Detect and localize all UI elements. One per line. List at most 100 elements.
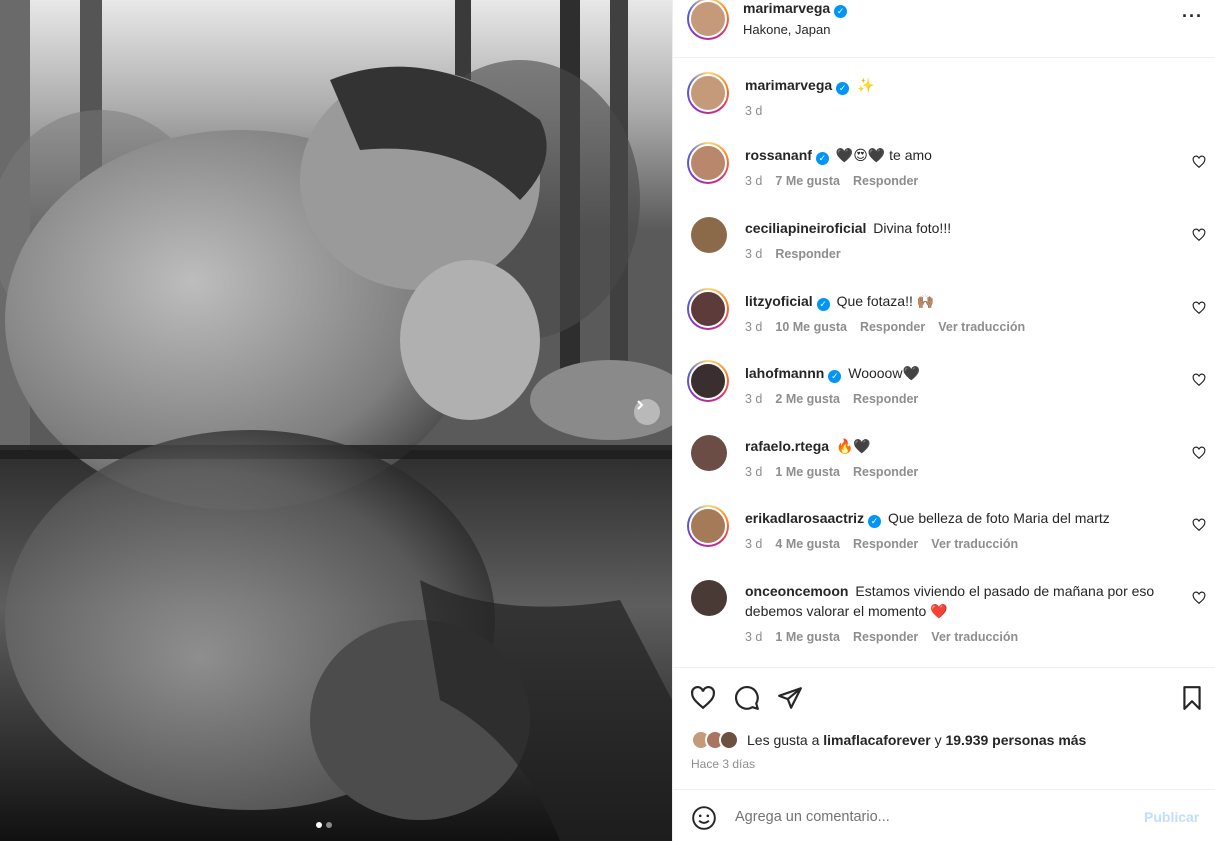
comment-time[interactable]: 3 d (745, 630, 762, 644)
comment-text-row: erikadlarosaactriz ✓ Que belleza de foto … (745, 508, 1185, 528)
caption-time[interactable]: 3 d (745, 104, 762, 118)
author-name-row: marimarvega ✓ (743, 0, 848, 18)
verified-badge-icon: ✓ (868, 515, 882, 528)
like-comment-heart-icon[interactable] (1192, 446, 1206, 460)
verified-badge-icon: ✓ (815, 152, 829, 165)
like-comment-heart-icon[interactable] (1192, 518, 1206, 532)
comment-bubble-icon[interactable] (734, 685, 760, 711)
comment-likes[interactable]: 1 Me gusta (775, 630, 840, 644)
commenter-avatar[interactable] (687, 142, 729, 184)
likes-text: Les gusta a limaflacaforever y 19.939 pe… (747, 732, 1086, 748)
comment-username[interactable]: rossananf (745, 147, 812, 163)
comment-text-row: lahofmannn ✓ Woooow🖤 (745, 363, 1185, 383)
reply-button[interactable]: Responder (853, 465, 918, 479)
author-avatar[interactable] (687, 0, 729, 40)
like-heart-icon[interactable] (690, 685, 716, 711)
see-translation-button[interactable]: Ver traducción (938, 320, 1025, 334)
author-username[interactable]: marimarvega (743, 0, 830, 16)
comment-likes[interactable]: 4 Me gusta (775, 537, 840, 551)
commenter-avatar[interactable] (687, 288, 729, 330)
comment-input[interactable] (735, 804, 1125, 830)
publish-button[interactable]: Publicar (1144, 809, 1199, 825)
comment-time[interactable]: 3 d (745, 247, 762, 261)
comment-item: ceciliapineiroficial Divina foto!!! 3 d … (673, 215, 1215, 277)
comment-username[interactable]: lahofmannn (745, 365, 824, 381)
verified-badge-icon: ✓ (834, 5, 848, 18)
comment-likes[interactable]: 10 Me gusta (775, 320, 847, 334)
commenter-avatar[interactable] (687, 360, 729, 402)
comment-text-row: rafaelo.rtega 🔥🖤 (745, 436, 1185, 456)
post-actions: Les gusta a limaflacaforever y 19.939 pe… (673, 667, 1215, 789)
post-caption: marimarvega ✓ ✨ 3 d (673, 72, 1215, 132)
comment-body: Que fotaza!! 🙌🏽 (836, 293, 935, 309)
commenter-avatar[interactable] (687, 505, 729, 547)
comment-composer: Publicar (673, 789, 1215, 841)
post-location[interactable]: Hakone, Japan (743, 22, 830, 37)
comment-text-row: rossananf ✓ 🖤😍🖤 te amo (745, 145, 1185, 165)
comment-username[interactable]: ceciliapineiroficial (745, 220, 866, 236)
comment-username[interactable]: litzyoficial (745, 293, 813, 309)
comment-body: Que belleza de foto Maria del martz (887, 510, 1110, 526)
carousel-next-button[interactable] (634, 399, 660, 425)
comment-time[interactable]: 3 d (745, 392, 762, 406)
comment-item: rossananf ✓ 🖤😍🖤 te amo 3 d 7 Me gusta Res… (673, 142, 1215, 204)
like-comment-heart-icon[interactable] (1192, 301, 1206, 315)
carousel-dot (326, 822, 332, 828)
reply-button[interactable]: Responder (853, 392, 918, 406)
likes-others-link[interactable]: 19.939 personas más (945, 732, 1086, 748)
reply-button[interactable]: Responder (853, 537, 918, 551)
commenter-avatar[interactable] (691, 435, 727, 471)
reply-button[interactable]: Responder (853, 174, 918, 188)
caption-emoji: ✨ (857, 77, 875, 93)
like-comment-heart-icon[interactable] (1192, 228, 1206, 242)
comment-text-row: litzyoficial ✓ Que fotaza!! 🙌🏽 (745, 291, 1185, 311)
comment-meta: 3 d Responder (745, 247, 841, 261)
emoji-smiley-icon[interactable] (691, 805, 717, 831)
comment-meta: 3 d 2 Me gusta Responder (745, 392, 918, 406)
comment-meta: 3 d 10 Me gusta Responder Ver traducción (745, 320, 1025, 334)
comment-time[interactable]: 3 d (745, 537, 762, 551)
comment-username[interactable]: erikadlarosaactriz (745, 510, 864, 526)
comment-time[interactable]: 3 d (745, 465, 762, 479)
verified-badge-icon: ✓ (816, 298, 830, 311)
liker-avatar (719, 730, 739, 750)
photo-illustration (0, 0, 672, 841)
bookmark-save-icon[interactable] (1179, 685, 1205, 711)
more-options-icon[interactable]: ··· (1182, 6, 1203, 27)
comment-body: Divina foto!!! (873, 220, 952, 236)
like-comment-heart-icon[interactable] (1192, 373, 1206, 387)
comment-meta: 3 d 1 Me gusta Responder Ver traducción (745, 630, 1018, 644)
reply-button[interactable]: Responder (860, 320, 925, 334)
comments-list[interactable]: marimarvega ✓ ✨ 3 d rossananf ✓ 🖤😍🖤 te amo… (673, 58, 1215, 667)
comment-username[interactable]: onceoncemoon (745, 583, 848, 599)
commenter-avatar[interactable] (691, 580, 727, 616)
comment-likes[interactable]: 1 Me gusta (775, 465, 840, 479)
comment-time[interactable]: 3 d (745, 174, 762, 188)
likes-summary: Les gusta a limaflacaforever y 19.939 pe… (691, 730, 1086, 750)
reply-button[interactable]: Responder (775, 247, 840, 261)
post-photo[interactable] (0, 0, 672, 841)
liker-username[interactable]: limaflacaforever (823, 732, 930, 748)
like-comment-heart-icon[interactable] (1192, 155, 1206, 169)
commenter-avatar[interactable] (691, 217, 727, 253)
post-time-ago[interactable]: Hace 3 días (691, 757, 755, 771)
likes-prefix: Les gusta a (747, 732, 820, 748)
post-viewer: marimarvega ✓ Hakone, Japan ··· marimarve… (0, 0, 1215, 841)
reply-button[interactable]: Responder (853, 630, 918, 644)
comment-time[interactable]: 3 d (745, 320, 762, 334)
comment-text-row: onceoncemoon Estamos viviendo el pasado … (745, 581, 1175, 621)
like-comment-heart-icon[interactable] (1192, 591, 1206, 605)
comment-item: onceoncemoon Estamos viviendo el pasado … (673, 578, 1215, 660)
comment-username[interactable]: rafaelo.rtega (745, 438, 829, 454)
comment-item: litzyoficial ✓ Que fotaza!! 🙌🏽 3 d 10 Me … (673, 288, 1215, 350)
see-translation-button[interactable]: Ver traducción (931, 630, 1018, 644)
comment-likes[interactable]: 7 Me gusta (775, 174, 840, 188)
share-send-icon[interactable] (777, 685, 803, 711)
verified-badge-icon: ✓ (828, 370, 842, 383)
see-translation-button[interactable]: Ver traducción (931, 537, 1018, 551)
caption-username[interactable]: marimarvega (745, 77, 832, 93)
comment-likes[interactable]: 2 Me gusta (775, 392, 840, 406)
comment-item: erikadlarosaactriz ✓ Que belleza de foto … (673, 505, 1215, 567)
comment-meta: 3 d 7 Me gusta Responder (745, 174, 918, 188)
caption-author-avatar[interactable] (687, 72, 729, 114)
